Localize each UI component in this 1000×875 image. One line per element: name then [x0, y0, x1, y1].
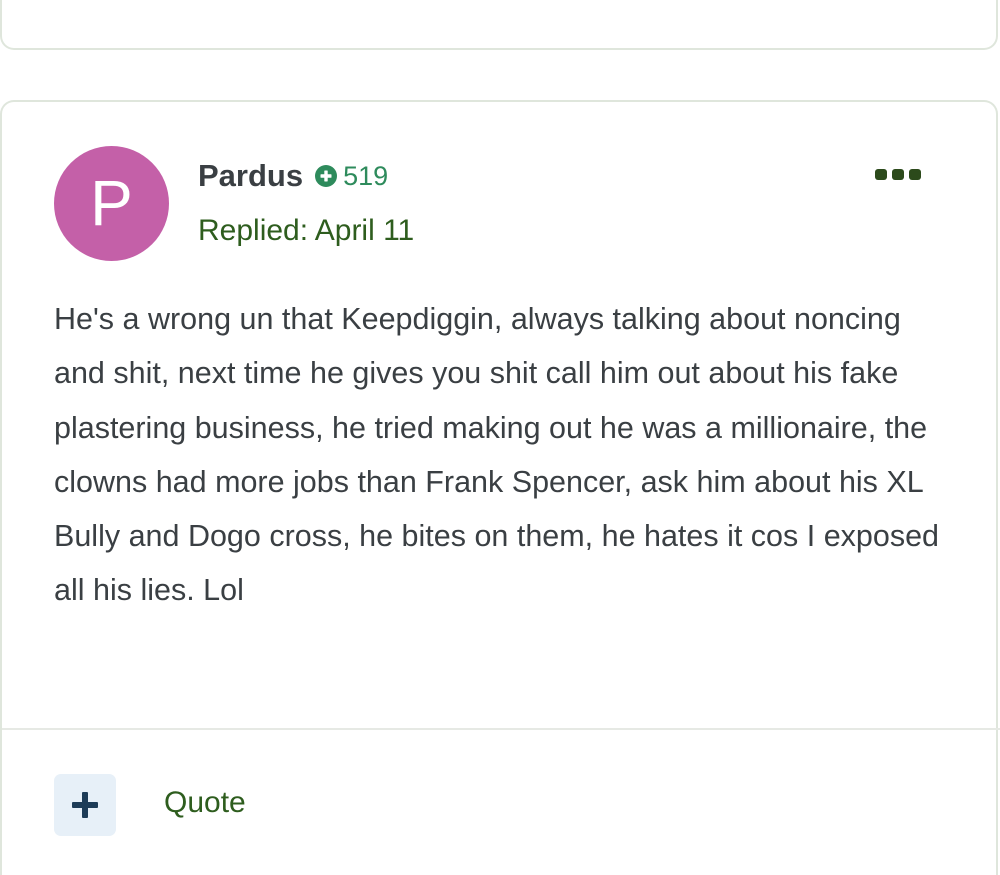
- avatar-letter: P: [90, 167, 133, 239]
- author-line: Pardus 519: [198, 158, 388, 194]
- avatar[interactable]: P: [54, 146, 169, 261]
- divider: [2, 728, 1000, 730]
- ellipsis-icon-dot: [892, 168, 904, 180]
- author-name[interactable]: Pardus: [198, 158, 303, 194]
- reply-date: Replied: April 11: [198, 214, 415, 247]
- add-reaction-button[interactable]: [54, 774, 116, 836]
- previous-post-card: [0, 0, 998, 50]
- plus-circle-icon: [315, 165, 338, 187]
- ellipsis-icon-dot: [875, 168, 887, 180]
- page: P Pardus 519 Replied: April 11 He's a wr…: [0, 0, 1000, 875]
- quote-button[interactable]: Quote: [164, 786, 246, 820]
- more-options-button[interactable]: [875, 166, 921, 182]
- reputation-count: 519: [343, 160, 389, 191]
- plus-icon: [72, 792, 98, 818]
- post-body: He's a wrong un that Keepdiggin, always …: [54, 302, 940, 608]
- post-card: P Pardus 519 Replied: April 11 He's a wr…: [0, 100, 1000, 875]
- ellipsis-icon-dot: [909, 168, 921, 180]
